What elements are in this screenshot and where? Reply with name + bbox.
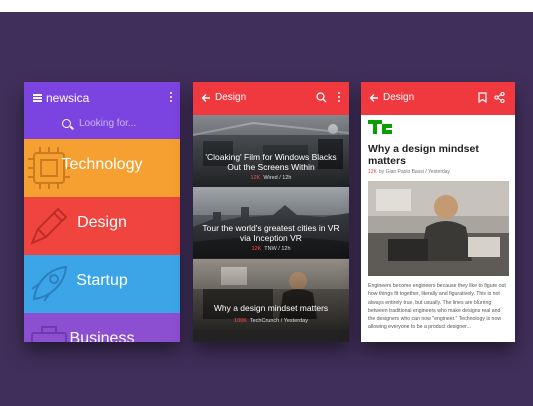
screen-article: Design Why a design mindset matters 12K b… — [361, 82, 515, 342]
article-card[interactable]: Tour the world's greatest cities in VR v… — [193, 187, 349, 258]
category-business[interactable]: Business — [24, 313, 180, 342]
techcrunch-logo — [368, 120, 392, 134]
article-appbar: Design — [361, 82, 515, 115]
back-arrow-icon[interactable] — [201, 93, 211, 103]
category-technology[interactable]: Technology — [24, 139, 180, 197]
article-byline: by Gian Paolo Bassi / Yesterday — [378, 169, 451, 175]
article-hero-image — [368, 181, 509, 276]
card-meta: 100K TechCrunch / Yesterday — [193, 318, 349, 324]
card-title: Tour the world's greatest cities in VR v… — [202, 223, 340, 243]
category-label: Business — [69, 330, 135, 342]
article-card[interactable]: 'Cloaking' Film for Windows Blacks Out t… — [193, 115, 349, 186]
card-title: 'Cloaking' Film for Windows Blacks Out t… — [205, 152, 337, 172]
search-icon — [62, 119, 71, 128]
card-source: Wired / 12h — [263, 175, 292, 181]
search-placeholder: Looking for... — [79, 118, 137, 129]
overflow-menu-icon[interactable] — [170, 92, 172, 104]
article-body: Engineers become engineers because they … — [368, 283, 506, 331]
showcase-canvas: newsica Looking for... Technology Design — [0, 0, 533, 406]
app-brand: newsica — [46, 91, 90, 105]
category-startup[interactable]: Startup — [24, 255, 180, 313]
screen-categories: newsica Looking for... Technology Design — [24, 82, 180, 342]
card-source: TNW / 12h — [264, 246, 291, 252]
card-meta: 12K Wired / 12h — [193, 175, 349, 181]
view-count: 12K — [368, 169, 377, 175]
appbar-title: Design — [383, 92, 415, 103]
overflow-menu-icon[interactable] — [338, 92, 340, 104]
card-meta: 12K TNW / 12h — [193, 246, 349, 252]
category-label: Technology — [61, 156, 143, 173]
card-title: Why a design mindset matters — [213, 303, 329, 313]
hamburger-menu-icon[interactable] — [33, 94, 42, 102]
card-source: TechCrunch / Yesterday — [249, 318, 308, 324]
categories-header: newsica Looking for... — [24, 82, 180, 139]
search-field[interactable]: Looking for... — [62, 117, 172, 133]
appbar-title: Design — [215, 92, 247, 103]
article-card[interactable]: Why a design mindset matters 100K TechCru… — [193, 259, 349, 330]
view-count: 12K — [251, 246, 262, 252]
view-count: 100K — [234, 318, 247, 324]
view-count: 12K — [250, 175, 261, 181]
category-label: Startup — [76, 272, 128, 289]
screen-design-list: Design 'Cloaking' Film for Windows Black… — [193, 82, 349, 342]
bookmark-icon[interactable] — [478, 92, 487, 103]
category-label: Design — [77, 214, 127, 231]
share-icon[interactable] — [494, 92, 505, 103]
article-title: Why a design mindset matters — [368, 143, 479, 167]
article-meta: 12K by Gian Paolo Bassi / Yesterday — [368, 169, 450, 175]
design-list-appbar: Design — [193, 82, 349, 115]
category-design[interactable]: Design — [24, 197, 180, 255]
search-icon[interactable] — [316, 92, 327, 103]
back-arrow-icon[interactable] — [369, 93, 379, 103]
top-white-strip — [0, 0, 533, 12]
